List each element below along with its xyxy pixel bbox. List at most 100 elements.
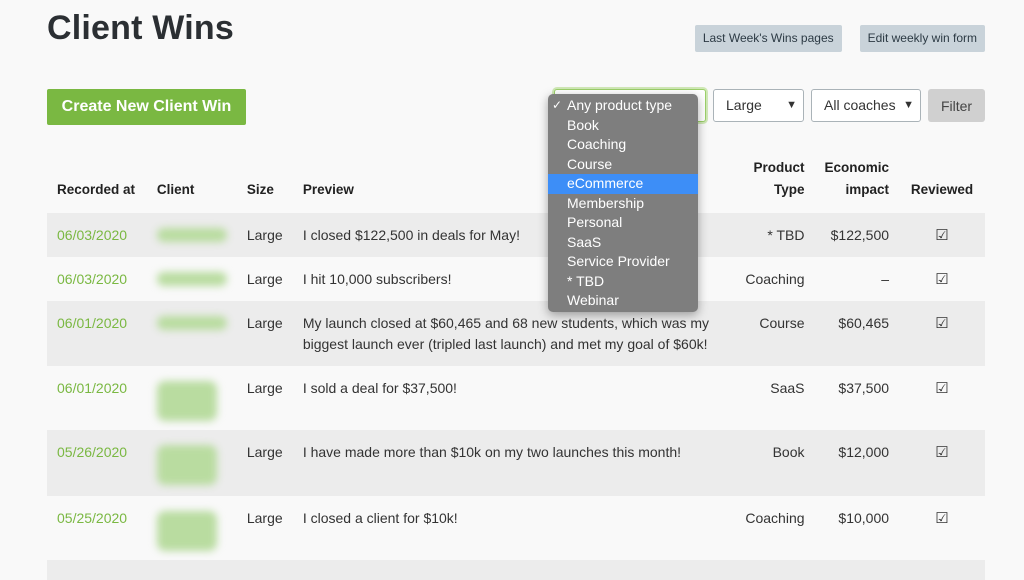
- row-preview: I sold a deal for $37,500!: [302, 380, 457, 396]
- row-reviewed: ☑: [899, 366, 985, 430]
- row-size: Large: [246, 315, 283, 331]
- dropdown-option-label: eCommerce: [567, 175, 644, 191]
- client-wins-table: Recorded at Client Size Preview Product T…: [47, 140, 985, 580]
- row-product-type: Course: [759, 315, 805, 331]
- dropdown-option-personal[interactable]: Personal: [548, 213, 698, 233]
- header-product-type-line2: Type: [774, 182, 805, 197]
- dropdown-option-tbd[interactable]: * TBD: [548, 272, 698, 292]
- row-product-type: Coaching: [745, 271, 805, 287]
- row-date-link[interactable]: 05/25/2020: [47, 496, 147, 560]
- dropdown-option-label: SaaS: [567, 233, 602, 250]
- table-row[interactable]: 06/01/2020 Large I sold a deal for $37,5…: [47, 366, 985, 430]
- dropdown-option-label: Webinar: [567, 292, 619, 308]
- blurred-client-name: [156, 316, 227, 330]
- size-select-value: Large: [726, 97, 762, 113]
- dropdown-option-any-product-type[interactable]: ✓ Any product type: [548, 96, 698, 116]
- row-product-type: Book: [772, 444, 805, 460]
- header-economic-impact[interactable]: Economic impact: [815, 140, 900, 213]
- blurred-client-name: [156, 228, 227, 242]
- blurred-client-name: [156, 381, 217, 421]
- header-impact-line1: Economic: [824, 160, 890, 175]
- checkmark-icon: ✓: [552, 98, 563, 112]
- product-type-dropdown: ✓ Any product type Book Coaching Course …: [548, 94, 698, 312]
- table-row[interactable]: [47, 560, 985, 580]
- row-product-type: SaaS: [770, 380, 805, 396]
- chevron-down-icon: ▼: [903, 99, 914, 111]
- header-size[interactable]: Size: [237, 140, 293, 213]
- row-date-link[interactable]: 05/26/2020: [47, 430, 147, 496]
- checked-checkbox-icon: ☑: [935, 380, 949, 397]
- header-client[interactable]: Client: [147, 140, 237, 213]
- top-links: Last Week's Wins pages Edit weekly win f…: [694, 25, 985, 52]
- row-client: [147, 430, 237, 496]
- coach-select[interactable]: All coaches ▼: [811, 89, 921, 122]
- dropdown-option-book[interactable]: Book: [548, 116, 698, 136]
- row-reviewed: ☑: [899, 430, 985, 496]
- row-reviewed: ☑: [899, 301, 985, 366]
- row-economic-impact: $12,000: [838, 444, 890, 460]
- row-size: Large: [246, 444, 283, 460]
- row-reviewed: ☑: [899, 496, 985, 560]
- create-client-win-button[interactable]: Create New Client Win: [47, 89, 246, 125]
- row-reviewed: ☑: [899, 213, 985, 257]
- row-reviewed: ☑: [899, 257, 985, 301]
- row-size: Large: [246, 227, 283, 243]
- checked-checkbox-icon: ☑: [935, 315, 949, 332]
- row-client: [147, 213, 237, 257]
- dropdown-option-saas[interactable]: SaaS: [548, 233, 698, 253]
- row-economic-impact: –: [881, 271, 890, 287]
- header-product-type[interactable]: Product Type: [735, 140, 814, 213]
- dropdown-option-course[interactable]: Course: [548, 155, 698, 175]
- row-partial: [47, 560, 985, 580]
- header-recorded-at[interactable]: Recorded at: [47, 140, 147, 213]
- dropdown-option-webinar[interactable]: Webinar: [548, 291, 698, 311]
- header-impact-line2: impact: [845, 182, 890, 197]
- table-header-row: Recorded at Client Size Preview Product T…: [47, 140, 985, 213]
- table-row[interactable]: 05/26/2020 Large I have made more than $…: [47, 430, 985, 496]
- row-size: Large: [246, 380, 283, 396]
- row-economic-impact: $10,000: [838, 510, 890, 526]
- page-title: Client Wins: [47, 9, 235, 47]
- checked-checkbox-icon: ☑: [935, 510, 949, 527]
- table-row[interactable]: 06/03/2020 Large I closed $122,500 in de…: [47, 213, 985, 257]
- row-date-link[interactable]: 06/03/2020: [47, 213, 147, 257]
- dropdown-option-label: Coaching: [567, 136, 627, 152]
- blurred-client-name: [156, 511, 217, 551]
- table-row[interactable]: 06/03/2020 Large I hit 10,000 subscriber…: [47, 257, 985, 301]
- coach-select-value: All coaches: [824, 97, 896, 113]
- dropdown-option-label: Course: [567, 155, 613, 172]
- row-economic-impact: $37,500: [838, 380, 890, 396]
- checked-checkbox-icon: ☑: [935, 271, 949, 288]
- last-weeks-wins-button[interactable]: Last Week's Wins pages: [694, 25, 842, 52]
- dropdown-option-label: Membership: [567, 194, 645, 211]
- dropdown-option-service-provider[interactable]: Service Provider: [548, 252, 698, 272]
- header-product-type-line1: Product: [753, 160, 805, 175]
- row-date-link[interactable]: 06/01/2020: [47, 301, 147, 366]
- dropdown-option-coaching[interactable]: Coaching: [548, 135, 698, 155]
- row-economic-impact: $122,500: [830, 227, 890, 243]
- dropdown-option-ecommerce[interactable]: eCommerce: [548, 174, 698, 194]
- row-date-link[interactable]: 06/01/2020: [47, 366, 147, 430]
- dropdown-option-label: Any product type: [567, 97, 673, 113]
- row-date-link[interactable]: 06/03/2020: [47, 257, 147, 301]
- dropdown-option-label: Service Provider: [567, 253, 670, 269]
- dropdown-option-label: Book: [567, 116, 599, 133]
- row-size: Large: [246, 510, 283, 526]
- filter-button[interactable]: Filter: [928, 89, 985, 122]
- table-row[interactable]: 06/01/2020 Large My launch closed at $60…: [47, 301, 985, 366]
- dropdown-option-label: * TBD: [567, 272, 605, 289]
- row-preview: I have made more than $10k on my two lau…: [302, 444, 682, 460]
- blurred-client-name: [156, 445, 217, 485]
- row-economic-impact: $60,465: [838, 315, 890, 331]
- row-client: [147, 301, 237, 366]
- row-client: [147, 496, 237, 560]
- size-select[interactable]: Large ▼: [713, 89, 804, 122]
- checked-checkbox-icon: ☑: [935, 444, 949, 461]
- checked-checkbox-icon: ☑: [935, 227, 949, 244]
- header-reviewed[interactable]: Reviewed: [899, 140, 985, 213]
- dropdown-option-membership[interactable]: Membership: [548, 194, 698, 214]
- edit-weekly-win-form-button[interactable]: Edit weekly win form: [859, 25, 985, 52]
- row-client: [147, 366, 237, 430]
- dropdown-option-label: Personal: [567, 214, 623, 230]
- table-row[interactable]: 05/25/2020 Large I closed a client for $…: [47, 496, 985, 560]
